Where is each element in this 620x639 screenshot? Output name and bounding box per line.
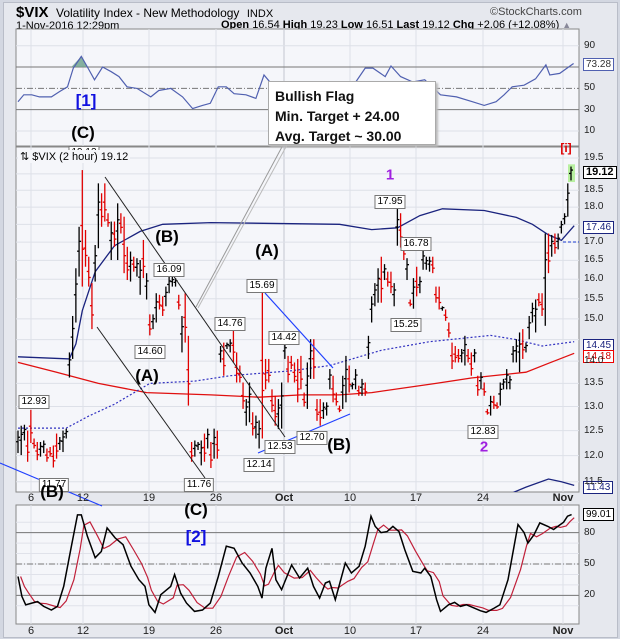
date-label: 19 xyxy=(142,492,156,504)
value-label: 12.70 xyxy=(296,431,328,445)
value-label: 15.25 xyxy=(390,318,422,332)
date-label: 6 xyxy=(27,492,35,504)
date-label: Oct xyxy=(274,625,294,637)
value-label: 12.93 xyxy=(18,395,50,409)
price-axis-label: 12.5 xyxy=(584,424,604,436)
rsi-axis-label: 90 xyxy=(584,39,596,51)
wave-label-b: (B) xyxy=(155,227,179,246)
stochastic-tag: 99.01 xyxy=(583,508,615,521)
date-label: 26 xyxy=(209,492,223,504)
bb-upper-tag: 17.46 xyxy=(583,221,615,234)
value-label: 14.42 xyxy=(268,331,300,345)
price-legend: ⇅ $VIX (2 hour) 19.12 xyxy=(18,150,131,163)
rsi-tag: 73.28 xyxy=(583,58,615,71)
legend-text: $VIX (2 hour) 19.12 xyxy=(32,151,129,163)
last-price-tag: 19.12 xyxy=(583,166,617,179)
price-axis-label: 18.5 xyxy=(584,184,604,196)
value-label: 14.76 xyxy=(214,317,246,331)
value-label: 12.14 xyxy=(243,458,275,472)
bullish-flag-callout: Bullish Flag Min. Target + 24.00 Avg. Ta… xyxy=(268,81,436,145)
price-axis-label: 16.0 xyxy=(584,273,604,285)
wave-label-c: (C) xyxy=(184,500,208,519)
value-label: 17.95 xyxy=(374,195,406,209)
wave-label-a: (A) xyxy=(135,366,159,385)
date-label: 12 xyxy=(76,492,90,504)
price-axis-label: 13.0 xyxy=(584,400,604,412)
wave-label-i: [i] xyxy=(560,141,572,155)
stochastic-axis-label: 20 xyxy=(584,589,596,601)
value-label: 16.09 xyxy=(153,263,185,277)
value-label: 12.53 xyxy=(264,440,296,454)
value-label: 12.83 xyxy=(467,425,499,439)
wave-label-1: 1 xyxy=(385,166,395,184)
wave-label-1-bracket: [1] xyxy=(75,91,97,110)
date-label: 12 xyxy=(76,625,90,637)
price-axis-label: 15.5 xyxy=(584,292,604,304)
date-label: 10 xyxy=(343,625,357,637)
wave-label-b: (B) xyxy=(40,482,64,501)
date-label: Nov xyxy=(552,492,574,504)
callout-min-target: Min. Target + 24.00 xyxy=(275,108,400,124)
price-axis-label: 18.0 xyxy=(584,201,604,213)
price-axis-label: 15.0 xyxy=(584,312,604,324)
value-label: 15.69 xyxy=(246,279,278,293)
date-label: Nov xyxy=(552,625,574,637)
date-label: 6 xyxy=(27,625,35,637)
wave-label-2-bracket: [2] xyxy=(185,527,207,546)
updown-arrows-icon: ⇅ xyxy=(20,151,30,163)
date-label: 10 xyxy=(343,492,357,504)
date-label: 17 xyxy=(409,492,423,504)
value-label: 16.78 xyxy=(400,237,432,251)
price-axis-label: 11.5 xyxy=(584,475,603,487)
stochastic-axis-label: 50 xyxy=(584,558,596,569)
wave-label-a: (A) xyxy=(255,241,279,260)
date-label: 24 xyxy=(476,492,490,504)
wave-label-c: (C) xyxy=(71,123,95,142)
price-axis-label: 14.0 xyxy=(584,355,604,367)
date-label: 17 xyxy=(409,625,423,637)
wave-label-b: (B) xyxy=(327,435,351,454)
callout-avg-target: Avg. Target ~ 30.00 xyxy=(275,128,402,144)
value-label: 14.60 xyxy=(134,345,166,359)
stochastic-axis-label: 80 xyxy=(584,526,596,538)
date-label: 26 xyxy=(209,625,223,637)
callout-title: Bullish Flag xyxy=(275,88,355,104)
price-axis-label: 16.5 xyxy=(584,254,604,266)
date-label: 19 xyxy=(142,625,156,637)
price-axis-label: 19.5 xyxy=(584,152,604,163)
price-axis-label: 12.0 xyxy=(584,449,604,461)
wave-label-2: 2 xyxy=(479,438,489,456)
value-label: 11.76 xyxy=(183,478,215,492)
rsi-axis-label: 50 xyxy=(584,82,596,94)
rsi-axis-label: 30 xyxy=(584,103,596,115)
date-label: 24 xyxy=(476,625,490,637)
price-axis-label: 17.0 xyxy=(584,236,604,248)
rsi-axis-label: 10 xyxy=(584,125,596,136)
date-label: Oct xyxy=(274,492,294,504)
price-axis-label: 13.5 xyxy=(584,377,604,389)
